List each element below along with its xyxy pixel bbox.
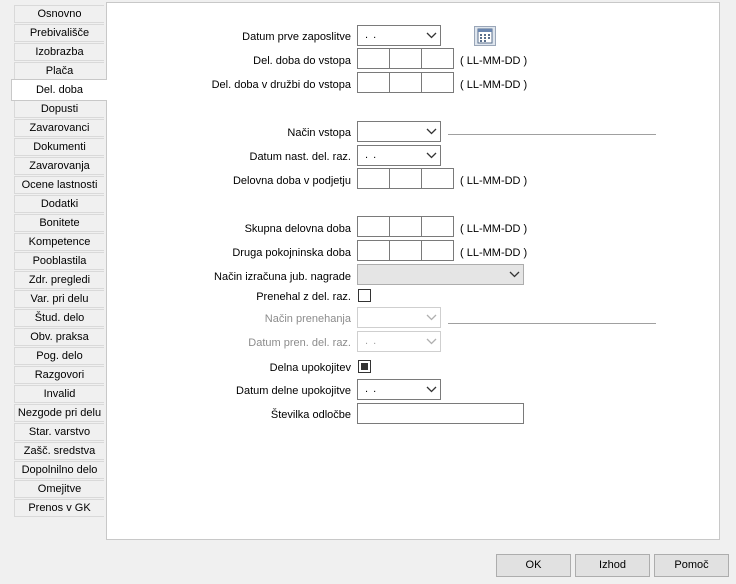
tab-dopusti[interactable]: Dopusti xyxy=(14,100,104,118)
nacin-prenehanja-combo[interactable] xyxy=(357,307,441,328)
datum-pren-value: . . xyxy=(365,335,378,347)
delna-upokojitev-checkbox[interactable] xyxy=(358,360,371,373)
nacin-vstopa-description-line xyxy=(448,134,656,135)
chevron-down-icon xyxy=(426,32,437,39)
tab-zašč-sredstva[interactable]: Zašč. sredstva xyxy=(14,442,104,460)
nacin-prenehanja-label: Način prenehanja xyxy=(264,313,351,325)
years-segment[interactable] xyxy=(358,241,390,260)
del-doba-panel: Datum prve zaposlitve . . Del. doba do v… xyxy=(106,2,720,540)
months-segment[interactable] xyxy=(390,169,422,188)
tab-osnovno[interactable]: Osnovno xyxy=(14,5,104,23)
datum-pren-combo[interactable]: . . xyxy=(357,331,441,352)
del-doba-druzbi-label: Del. doba v družbi do vstopa xyxy=(211,79,351,91)
years-segment[interactable] xyxy=(358,49,390,68)
years-segment[interactable] xyxy=(358,217,390,236)
druga-pokojninska-doba-format: ( LL-MM-DD ) xyxy=(460,247,528,259)
months-segment[interactable] xyxy=(390,217,422,236)
checkbox-mark xyxy=(361,363,368,370)
chevron-down-icon xyxy=(509,271,520,278)
stevilka-odlocbe-input[interactable] xyxy=(357,403,524,424)
delovna-doba-podjetju-label: Delovna doba v podjetju xyxy=(232,175,351,187)
del-doba-druzbi-format: ( LL-MM-DD ) xyxy=(460,79,528,91)
datum-prve-zaposlitve-label: Datum prve zaposlitve xyxy=(242,31,351,43)
chevron-down-icon xyxy=(426,314,437,321)
calendar-button[interactable] xyxy=(474,26,496,46)
prenehal-checkbox[interactable] xyxy=(358,289,371,302)
datum-prve-zaposlitve-combo[interactable]: . . xyxy=(357,25,441,46)
years-segment[interactable] xyxy=(358,73,390,92)
days-segment[interactable] xyxy=(422,73,453,92)
nacin-izracuna-label: Način izračuna jub. nagrade xyxy=(214,271,351,283)
days-segment[interactable] xyxy=(422,217,453,236)
del-doba-druzbi-field[interactable] xyxy=(357,72,454,93)
izhod-button[interactable]: Izhod xyxy=(575,554,650,577)
chevron-down-icon xyxy=(426,128,437,135)
prenehal-label: Prenehal z del. raz. xyxy=(256,291,351,303)
delna-upokojitev-label: Delna upokojitev xyxy=(269,362,351,374)
tab-del-doba[interactable]: Del. doba xyxy=(11,79,107,101)
days-segment[interactable] xyxy=(422,241,453,260)
druga-pokojninska-doba-label: Druga pokojninska doba xyxy=(232,247,351,259)
skupna-delovna-doba-field[interactable] xyxy=(357,216,454,237)
tab-star-varstvo[interactable]: Star. varstvo xyxy=(14,423,104,441)
datum-delne-value: . . xyxy=(365,383,378,395)
months-segment[interactable] xyxy=(390,73,422,92)
years-segment[interactable] xyxy=(358,169,390,188)
datum-nast-value: . . xyxy=(365,149,378,161)
del-doba-do-vstopa-label: Del. doba do vstopa xyxy=(253,55,351,67)
chevron-down-icon xyxy=(426,338,437,345)
datum-delne-label: Datum delne upokojitve xyxy=(236,385,351,397)
tab-dodatki[interactable]: Dodatki xyxy=(14,195,104,213)
tab-prenos-v-gk[interactable]: Prenos v GK xyxy=(14,499,104,517)
nacin-prenehanja-description-line xyxy=(448,323,656,324)
datum-pren-label: Datum pren. del. raz. xyxy=(248,337,351,349)
nacin-vstopa-label: Način vstopa xyxy=(287,127,351,139)
datum-nast-combo[interactable]: . . xyxy=(357,145,441,166)
days-segment[interactable] xyxy=(422,169,453,188)
del-doba-do-vstopa-field[interactable] xyxy=(357,48,454,69)
pomoc-button[interactable]: Pomoč xyxy=(654,554,729,577)
datum-prve-zaposlitve-value: . . xyxy=(365,29,378,41)
druga-pokojninska-doba-field[interactable] xyxy=(357,240,454,261)
nacin-vstopa-combo[interactable] xyxy=(357,121,441,142)
months-segment[interactable] xyxy=(390,241,422,260)
skupna-delovna-doba-format: ( LL-MM-DD ) xyxy=(460,223,528,235)
delovna-doba-podjetju-field[interactable] xyxy=(357,168,454,189)
datum-delne-combo[interactable]: . . xyxy=(357,379,441,400)
calendar-icon xyxy=(477,28,493,44)
delovna-doba-podjetju-format: ( LL-MM-DD ) xyxy=(460,175,528,187)
nacin-izracuna-combo[interactable] xyxy=(357,264,524,285)
tab-dopolnilno-delo[interactable]: Dopolnilno delo xyxy=(14,461,104,479)
tab-omejitve[interactable]: Omejitve xyxy=(14,480,104,498)
days-segment[interactable] xyxy=(422,49,453,68)
chevron-down-icon xyxy=(426,152,437,159)
del-doba-do-vstopa-format: ( LL-MM-DD ) xyxy=(460,55,528,67)
chevron-down-icon xyxy=(426,386,437,393)
stevilka-odlocbe-label: Številka odločbe xyxy=(270,409,351,421)
skupna-delovna-doba-label: Skupna delovna doba xyxy=(244,223,351,235)
months-segment[interactable] xyxy=(390,49,422,68)
datum-nast-label: Datum nast. del. raz. xyxy=(249,151,352,163)
ok-button[interactable]: OK xyxy=(496,554,571,577)
